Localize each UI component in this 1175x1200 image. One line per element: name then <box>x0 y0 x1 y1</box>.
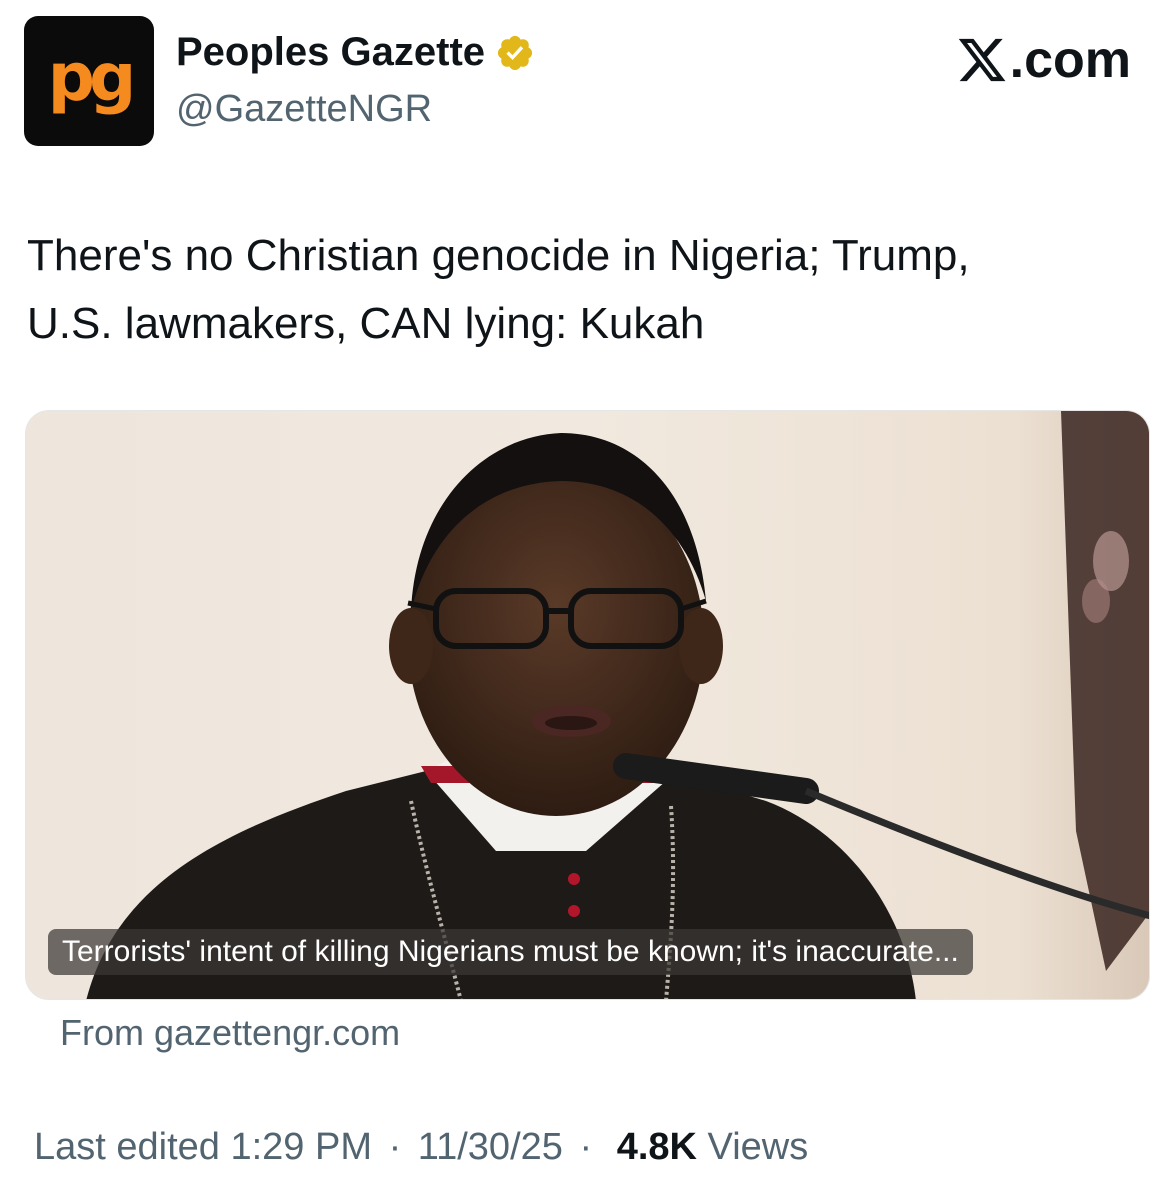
avatar-logo-text: pg <box>47 38 136 116</box>
x-brand-watermark: .com <box>956 30 1131 90</box>
card-photo-bishop-speaking <box>26 411 1149 999</box>
edited-label[interactable]: Last edited <box>34 1126 220 1168</box>
avatar[interactable]: pg <box>24 16 154 146</box>
x-brand-label: .com <box>1009 31 1131 89</box>
meta-separator: · <box>579 1126 593 1168</box>
card-caption: Terrorists' intent of killing Nigerians … <box>48 929 973 975</box>
views-label: Views <box>707 1126 809 1168</box>
views-count[interactable]: 4.8K <box>617 1126 697 1168</box>
author-display-name[interactable]: Peoples Gazette <box>176 30 485 75</box>
tweet-text-line: There's no Christian genocide in Nigeria… <box>27 231 970 280</box>
meta-separator: · <box>388 1126 402 1168</box>
tweet-text-line: U.S. lawmakers, CAN lying: Kukah <box>27 299 705 348</box>
link-preview-card[interactable]: Terrorists' intent of killing Nigerians … <box>25 410 1150 1000</box>
card-source-link[interactable]: From gazettengr.com <box>60 1012 400 1054</box>
tweet-text: There's no Christian genocide in Nigeria… <box>27 222 1127 358</box>
post-time[interactable]: 1:29 PM <box>230 1126 372 1168</box>
verified-badge-icon <box>497 35 533 70</box>
post-date[interactable]: 11/30/25 <box>418 1126 563 1168</box>
tweet-meta: Last edited 1:29 PM · 11/30/25 · 4.8K Vi… <box>34 1126 808 1169</box>
author-handle[interactable]: @GazetteNGR <box>176 88 432 131</box>
x-logo-icon <box>958 38 1006 82</box>
tweet-screenshot: pg Peoples Gazette @GazetteNGR .com Ther… <box>0 0 1175 1200</box>
author-name-row: Peoples Gazette <box>176 30 535 75</box>
